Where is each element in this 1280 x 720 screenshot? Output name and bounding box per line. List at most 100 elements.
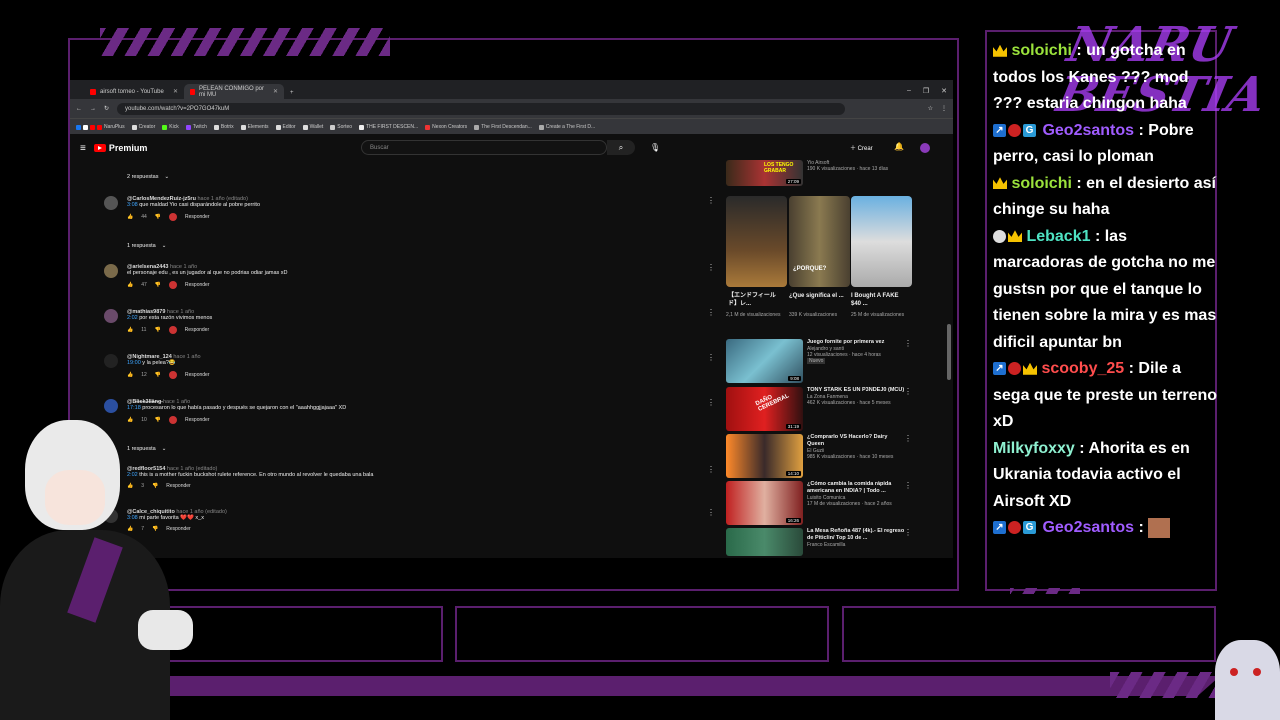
- avatar[interactable]: [104, 196, 118, 210]
- video-title[interactable]: ¿Cómo cambia la comida rápida americana …: [807, 481, 905, 495]
- bookmark-item[interactable]: Editor: [275, 124, 296, 130]
- new-tab-button[interactable]: +: [284, 90, 300, 99]
- video-thumbnail[interactable]: [726, 528, 803, 556]
- replies-toggle[interactable]: 2 respuestas ⌄: [127, 174, 169, 180]
- tab-airsoft[interactable]: airsoft torneo - YouTube ✕: [84, 84, 184, 99]
- more-icon[interactable]: ⋮: [707, 465, 715, 474]
- video-title[interactable]: TONY STARK ES UN P3NDEJ0 (MCU): [807, 387, 905, 394]
- short-thumbnail[interactable]: [726, 196, 787, 287]
- avatar[interactable]: [104, 354, 118, 368]
- reply-button[interactable]: Responder: [185, 327, 209, 333]
- chat-username[interactable]: Geo2santos: [1042, 122, 1134, 139]
- chat-username[interactable]: soloichi: [1011, 175, 1071, 192]
- chat-username[interactable]: Geo2santos: [1042, 519, 1134, 536]
- scrollbar[interactable]: [947, 324, 951, 380]
- chat-username[interactable]: Milkyfoxxy: [993, 440, 1075, 457]
- chat-username[interactable]: soloichi: [1011, 42, 1071, 59]
- more-icon[interactable]: ⋮: [904, 339, 912, 348]
- reply-button[interactable]: Responder: [185, 282, 209, 288]
- bell-icon[interactable]: 🔔: [894, 142, 904, 151]
- heart-icon: [1008, 521, 1021, 535]
- minimize-button[interactable]: –: [907, 87, 911, 95]
- timestamp-link[interactable]: 2:02: [127, 315, 138, 321]
- circle-icon: [993, 229, 1006, 243]
- more-icon[interactable]: ⋮: [707, 353, 715, 362]
- maximize-button[interactable]: ❐: [923, 87, 929, 95]
- chat-username[interactable]: Leback1: [1026, 228, 1090, 245]
- timestamp-link[interactable]: 3:08: [127, 202, 138, 208]
- bookmark-item[interactable]: Nexon Creators: [425, 124, 467, 130]
- short-thumbnail[interactable]: [851, 196, 912, 287]
- hamburger-icon[interactable]: ≡: [80, 143, 86, 154]
- forward-icon[interactable]: →: [90, 106, 96, 112]
- short-title[interactable]: I Bought A FAKE $40 ...: [851, 292, 906, 308]
- video-title[interactable]: La Mesa Reñoña 487 (4k).- El regreso de …: [807, 528, 905, 542]
- bookmark-item[interactable]: Creator: [131, 124, 155, 130]
- dislike-icon[interactable]: 👎: [154, 327, 160, 333]
- video-thumbnail[interactable]: DAÑO CEREBRAL 31:19: [726, 387, 803, 431]
- video-duration: 14:10: [785, 471, 801, 476]
- bookmark-item[interactable]: Twitch: [185, 124, 207, 130]
- bookmark-item[interactable]: Elements: [240, 124, 269, 130]
- youtube-logo[interactable]: Premium: [93, 143, 147, 153]
- mic-icon[interactable]: 🎙: [650, 143, 660, 152]
- avatar[interactable]: [920, 143, 930, 153]
- more-icon[interactable]: ⋮: [904, 481, 912, 490]
- more-icon[interactable]: ⋮: [707, 308, 715, 317]
- dislike-icon[interactable]: 👎: [155, 282, 161, 288]
- youtube-page: ≡ Premium Buscar ⌕ 🎙 ＋ Crear 🔔 2 respues…: [70, 134, 953, 558]
- video-title[interactable]: Juego fornite por primera vez: [807, 339, 905, 346]
- bookmark-item[interactable]: THE FIRST DESCEN...: [359, 124, 418, 130]
- close-window-button[interactable]: ✕: [941, 87, 947, 95]
- menu-icon[interactable]: ⋮: [941, 105, 947, 112]
- avatar[interactable]: [104, 264, 118, 278]
- video-thumbnail[interactable]: 16:26: [726, 481, 803, 525]
- chat-message: ↗ scooby_25 : Dile a sega que te preste …: [993, 356, 1221, 436]
- video-thumbnail[interactable]: 9:08: [726, 339, 803, 383]
- bookmark-item[interactable]: Wallet: [302, 124, 323, 130]
- dislike-icon[interactable]: 👎: [155, 214, 161, 220]
- more-icon[interactable]: ⋮: [707, 508, 715, 517]
- video-thumbnail[interactable]: 14:10: [726, 434, 803, 478]
- bookmark-item[interactable]: The First Descendan...: [474, 124, 532, 130]
- more-icon[interactable]: ⋮: [904, 434, 912, 443]
- search-input[interactable]: Buscar: [361, 140, 607, 155]
- close-icon[interactable]: ✕: [273, 88, 278, 95]
- more-icon[interactable]: ⋮: [707, 263, 715, 272]
- star-icon[interactable]: ☆: [928, 105, 933, 112]
- replies-toggle[interactable]: 1 respuesta ⌄: [127, 243, 166, 249]
- reply-button[interactable]: Responder: [185, 214, 209, 220]
- tab-pelean[interactable]: PELEAN CONMIGO por mi MU ✕: [184, 84, 284, 99]
- close-icon[interactable]: ✕: [173, 88, 178, 95]
- bookmark-item[interactable]: Create a The First D...: [538, 124, 595, 130]
- more-icon[interactable]: ⋮: [904, 528, 912, 537]
- short-thumbnail[interactable]: ¿PORQUE?: [789, 196, 850, 287]
- more-icon[interactable]: ⋮: [707, 398, 715, 407]
- short-title[interactable]: ¿Que significa el ...: [789, 292, 844, 300]
- more-icon[interactable]: ⋮: [707, 196, 715, 205]
- video-title[interactable]: ¿Comprarlo VS Hacerlo? Dairy Queen: [807, 434, 905, 448]
- search-icon[interactable]: ⌕: [607, 140, 635, 155]
- dislike-icon[interactable]: 👎: [155, 372, 161, 378]
- channel-name[interactable]: Franco Escamilla: [807, 542, 905, 548]
- avatar[interactable]: [104, 309, 118, 323]
- url-field[interactable]: youtube.com/watch?v=2PO7GO47kuM: [117, 102, 846, 115]
- back-icon[interactable]: ←: [76, 106, 82, 112]
- bookmark-item[interactable]: Kick: [162, 124, 179, 130]
- gamepad-icon: [138, 610, 193, 650]
- like-icon[interactable]: 👍: [127, 327, 133, 333]
- create-button[interactable]: ＋ Crear: [850, 143, 873, 152]
- like-icon[interactable]: 👍: [127, 282, 133, 288]
- timestamp-link[interactable]: 19:00: [127, 360, 141, 366]
- bookmark-item[interactable]: Sorteo: [330, 124, 352, 130]
- chat-username[interactable]: scooby_25: [1041, 360, 1124, 377]
- bookmark-item[interactable]: Botrix: [213, 124, 234, 130]
- more-icon[interactable]: ⋮: [904, 387, 912, 396]
- like-icon[interactable]: 👍: [127, 214, 133, 220]
- reply-button[interactable]: Responder: [185, 372, 209, 378]
- like-icon[interactable]: 👍: [127, 372, 133, 378]
- bookmark-item[interactable]: NaruPlus: [76, 124, 125, 130]
- short-title[interactable]: 【エンドフィールド】レ...: [728, 292, 783, 308]
- reload-icon[interactable]: ↻: [104, 105, 109, 112]
- video-thumbnail[interactable]: LOS TENGO GRABAR 27:09: [726, 160, 803, 186]
